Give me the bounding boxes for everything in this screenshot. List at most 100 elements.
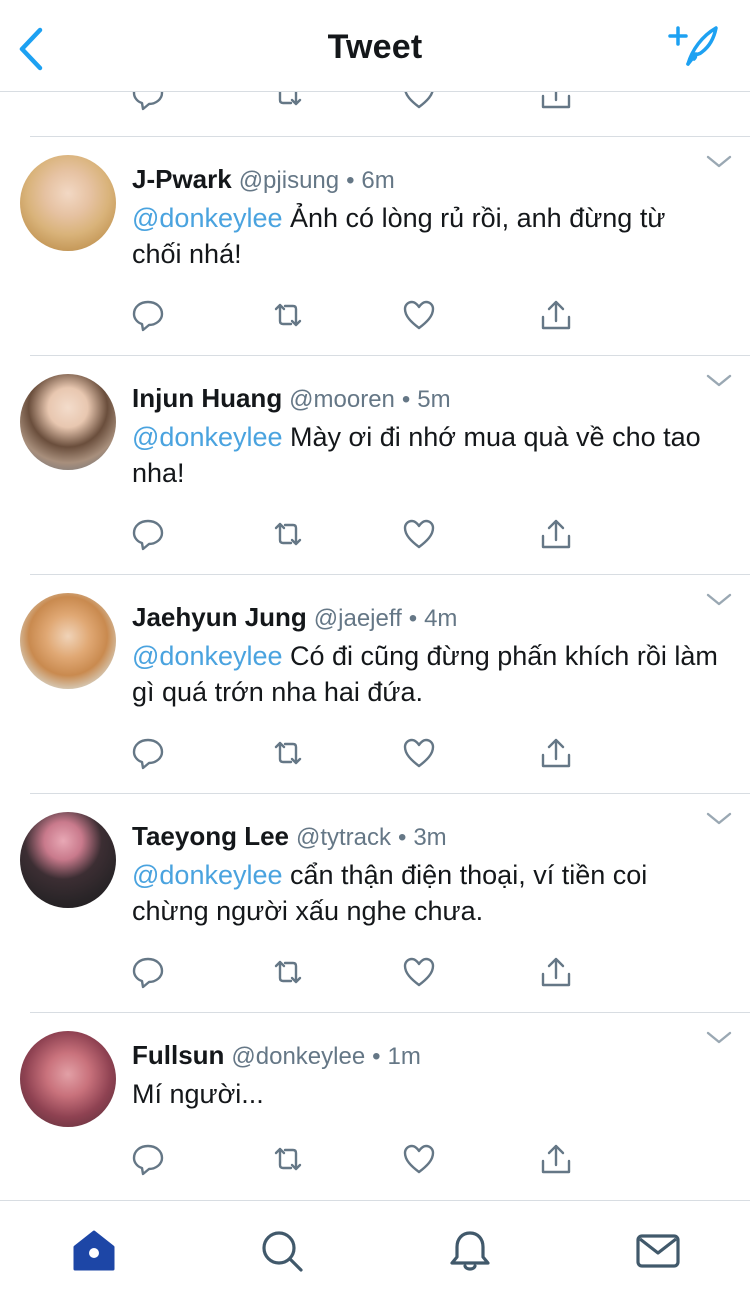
mail-icon [636, 1234, 680, 1268]
retweet-button[interactable] [270, 516, 306, 552]
retweet-button[interactable] [270, 92, 306, 112]
tweet[interactable]: Taeyong Lee @tytrack • 3m @donkeylee cẩn… [0, 794, 750, 1012]
reply-bubble-icon [132, 738, 164, 770]
display-name[interactable]: J-Pwark [132, 164, 232, 194]
top-nav-bar: Tweet [0, 0, 750, 92]
like-button[interactable] [401, 954, 437, 990]
tweet-text: @donkeylee Ảnh có lòng rủ rồi, anh đừng … [132, 200, 722, 272]
share-icon [541, 1144, 571, 1174]
chevron-down-icon[interactable] [706, 593, 732, 607]
reply-button[interactable] [130, 735, 166, 771]
share-icon [541, 519, 571, 549]
separator: • [372, 1043, 381, 1070]
user-handle: @donkeylee [231, 1043, 366, 1070]
heart-icon [403, 957, 435, 987]
heart-icon [403, 519, 435, 549]
bell-icon [450, 1231, 490, 1271]
tweet-text: Mí người... [132, 1076, 722, 1112]
like-button[interactable] [401, 516, 437, 552]
user-handle: @jaejeff [313, 605, 402, 632]
reply-button[interactable] [130, 954, 166, 990]
reply-button[interactable] [130, 516, 166, 552]
reply-bubble-icon [132, 92, 164, 111]
display-name[interactable]: Taeyong Lee [132, 821, 289, 851]
share-button[interactable] [538, 1141, 574, 1177]
retweet-icon [274, 741, 302, 765]
retweet-button[interactable] [270, 1141, 306, 1177]
share-button[interactable] [538, 516, 574, 552]
avatar[interactable] [20, 812, 116, 908]
tab-messages[interactable] [635, 1229, 681, 1273]
reply-button[interactable] [130, 297, 166, 333]
retweet-button[interactable] [270, 297, 306, 333]
retweet-icon [278, 92, 302, 106]
chevron-down-icon[interactable] [706, 155, 732, 169]
mention-link[interactable]: @donkeylee [132, 860, 283, 890]
tweet-header: J-Pwark @pjisung • 6m [132, 164, 395, 195]
page-title: Tweet [327, 28, 423, 66]
tweet-body: Mí người... [132, 1079, 264, 1109]
search-icon [262, 1231, 303, 1272]
timestamp[interactable]: 3m [413, 824, 446, 851]
like-button[interactable] [401, 735, 437, 771]
timestamp[interactable]: 5m [417, 386, 450, 413]
bottom-tab-bar [0, 1200, 750, 1298]
tab-home[interactable] [71, 1229, 117, 1273]
reply-bubble-icon [132, 1144, 164, 1176]
display-name[interactable]: Jaehyun Jung [132, 602, 307, 632]
chevron-down-icon[interactable] [706, 1031, 732, 1045]
reply-bubble-icon [132, 519, 164, 551]
home-icon [73, 1230, 115, 1271]
retweet-icon [274, 522, 302, 546]
timestamp[interactable]: 4m [424, 605, 457, 632]
like-button[interactable] [401, 1141, 437, 1177]
separator: • [346, 167, 355, 194]
retweet-button[interactable] [270, 954, 306, 990]
tweet-header: Jaehyun Jung @jaejeff • 4m [132, 602, 457, 633]
avatar[interactable] [20, 1031, 116, 1127]
heart-icon [403, 1144, 435, 1174]
mention-link[interactable]: @donkeylee [132, 203, 283, 233]
compose-sparkle-feather-icon [668, 26, 718, 66]
user-handle: @mooren [289, 386, 395, 413]
timestamp[interactable]: 1m [387, 1043, 420, 1070]
avatar[interactable] [20, 155, 116, 251]
mention-link[interactable]: @donkeylee [132, 641, 283, 671]
reply-button[interactable] [130, 1141, 166, 1177]
retweet-icon [274, 960, 302, 984]
tweet[interactable]: Fullsun @donkeylee • 1m Mí người... [0, 1013, 750, 1199]
share-button[interactable] [538, 954, 574, 990]
tweet-header: Injun Huang @mooren • 5m [132, 383, 451, 414]
separator: • [408, 605, 418, 632]
share-icon [541, 957, 571, 987]
user-handle: @tytrack [295, 824, 392, 851]
display-name[interactable]: Injun Huang [132, 383, 282, 413]
reply-bubble-icon [132, 957, 164, 989]
timestamp[interactable]: 6m [361, 167, 394, 194]
reply-button[interactable] [130, 92, 166, 112]
chevron-down-icon[interactable] [706, 812, 732, 826]
tweet-header: Fullsun @donkeylee • 1m [132, 1040, 421, 1071]
avatar[interactable] [20, 593, 116, 689]
retweet-icon [274, 1147, 302, 1171]
compose-button[interactable] [666, 24, 720, 70]
share-button[interactable] [538, 92, 574, 112]
mention-link[interactable]: @donkeylee [132, 422, 283, 452]
avatar[interactable] [20, 374, 116, 470]
tweet[interactable]: Jaehyun Jung @jaejeff • 4m @donkeylee Có… [0, 575, 750, 793]
retweet-icon [274, 303, 302, 327]
like-button[interactable] [401, 297, 437, 333]
retweet-button[interactable] [270, 735, 306, 771]
share-icon [541, 92, 571, 109]
tab-search[interactable] [259, 1229, 305, 1273]
chevron-down-icon[interactable] [706, 374, 732, 388]
share-icon [541, 300, 571, 330]
share-button[interactable] [538, 735, 574, 771]
share-button[interactable] [538, 297, 574, 333]
tweet[interactable]: J-Pwark @pjisung • 6m @donkeylee Ảnh có … [0, 137, 750, 355]
tweet[interactable]: Injun Huang @mooren • 5m @donkeylee Mày … [0, 356, 750, 574]
tab-notifications[interactable] [447, 1229, 493, 1273]
like-button[interactable] [401, 92, 437, 112]
separator: • [397, 824, 407, 851]
display-name[interactable]: Fullsun [132, 1040, 224, 1070]
